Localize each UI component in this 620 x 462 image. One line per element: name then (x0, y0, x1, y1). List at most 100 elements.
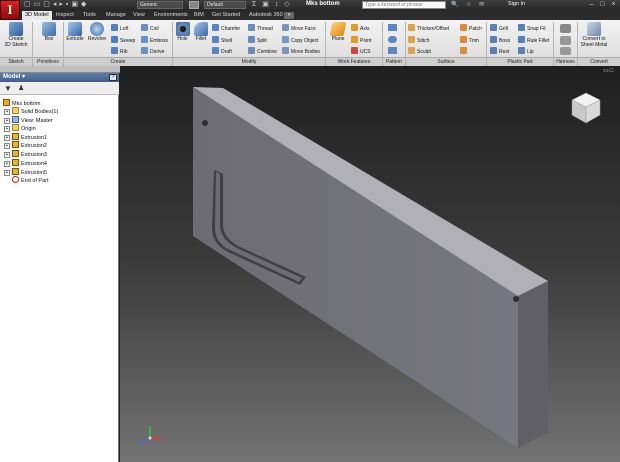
rest-button[interactable]: Rest (490, 47, 509, 55)
tab-get-started[interactable]: Get Started (209, 11, 243, 20)
browser-item-extrusion3[interactable]: + Extrusion3 (4, 150, 47, 158)
tab-inspect[interactable]: Inspect (53, 11, 77, 20)
lip-button[interactable]: Lip (518, 47, 534, 55)
rectangular-pattern-icon[interactable] (388, 24, 397, 31)
extrude-button[interactable]: Extrude (64, 22, 86, 43)
search-input[interactable]: Type a keyword or phrase (362, 1, 446, 9)
plane-button[interactable]: Plane (328, 22, 348, 43)
material-icon[interactable] (189, 1, 199, 9)
combine-button[interactable]: Combine (248, 47, 277, 55)
infocenter-icons[interactable]: 🔍 ☆ ✉ (451, 1, 503, 10)
loft-button[interactable]: Loft (111, 24, 128, 32)
snap-fit-button[interactable]: Snap Fit (518, 24, 546, 32)
boss-label: Boss (499, 38, 511, 44)
rib-button[interactable]: Rib (111, 47, 128, 55)
split-button[interactable]: Split (248, 36, 267, 44)
browser-item-solid-bodies[interactable]: + Solid Bodies(1) (4, 107, 58, 115)
browser-item-part[interactable]: Mks bottom (3, 99, 40, 107)
appearance-dropdown[interactable]: Generic (137, 1, 183, 9)
browser-item-end-of-part[interactable]: End of Part (12, 176, 49, 184)
browser-item-extrusion5[interactable]: + Extrusion5 (4, 168, 47, 176)
create-2d-sketch-button[interactable]: Create 2D Sketch (3, 22, 29, 48)
quick-access-toolbar[interactable]: ▢▭▢◂▸▪▣◆ (24, 1, 134, 10)
minimize-window-button[interactable]: – (587, 1, 596, 9)
browser-item-extrusion1[interactable]: + Extrusion1 (4, 133, 47, 141)
move-bodies-button[interactable]: Move Bodies (282, 47, 320, 55)
style-dropdown[interactable]: Default (204, 1, 246, 9)
3d-part-model[interactable] (120, 66, 620, 462)
application-menu-button[interactable]: I (0, 0, 20, 20)
surface-extra-button[interactable] (460, 47, 469, 55)
expand-icon[interactable]: + (4, 109, 10, 115)
tab-bim[interactable]: BIM (191, 11, 207, 20)
sculpt-button[interactable]: Sculpt (408, 47, 431, 55)
emboss-button[interactable]: Emboss (141, 36, 168, 44)
quick-access-extra-icons[interactable]: Σ ▣ ↕ ◇ (252, 1, 302, 10)
browser-item-extrusion4[interactable]: + Extrusion4 (4, 159, 47, 167)
boss-button[interactable]: Boss (490, 36, 510, 44)
axis-button[interactable]: Axis (351, 24, 369, 32)
harness-extra-icon[interactable] (560, 47, 571, 55)
viewcube[interactable] (568, 89, 604, 125)
move-face-button[interactable]: Move Face (282, 24, 316, 32)
shell-button[interactable]: Shell (212, 36, 232, 44)
browser-item-origin[interactable]: + Origin (4, 124, 36, 132)
thread-button[interactable]: Thread (248, 24, 273, 32)
browser-header[interactable]: Model ▾ (0, 73, 119, 82)
close-window-button[interactable]: × (609, 1, 618, 9)
tab-3d-model[interactable]: 3D Model (22, 11, 52, 20)
tree-label: Solid Bodies(1) (21, 109, 59, 115)
tab-autodesk-360[interactable]: Autodesk 360 (246, 11, 286, 20)
sweep-icon (111, 36, 118, 43)
harness-icon[interactable] (560, 24, 571, 33)
tab-view[interactable]: View (130, 11, 148, 20)
circular-pattern-icon[interactable] (388, 36, 397, 43)
tab-environments[interactable]: Environments (151, 11, 191, 20)
expand-icon[interactable]: + (4, 170, 10, 176)
expand-icon[interactable]: + (4, 143, 10, 149)
revolve-button[interactable]: Revolve (86, 22, 108, 43)
coordinate-triad (139, 426, 162, 445)
trim-label: Trim (469, 38, 479, 44)
harness-properties-icon[interactable] (560, 36, 571, 45)
expand-icon[interactable]: + (4, 161, 10, 167)
mirror-icon[interactable] (388, 47, 397, 54)
stitch-label: Stitch (417, 38, 430, 44)
tree-label: Origin (21, 126, 36, 132)
tab-manage[interactable]: Manage (103, 11, 129, 20)
sign-in-link[interactable]: Sign In (508, 1, 525, 7)
hole-icon (175, 22, 190, 36)
expand-icon[interactable]: + (4, 152, 10, 158)
filter-icon[interactable]: ▼ (4, 85, 12, 93)
find-icon[interactable]: ♟ (18, 85, 27, 92)
patch-button[interactable]: Patch (460, 24, 482, 32)
convert-to-sheet-metal-button[interactable]: Convert to Sheet Metal (578, 22, 610, 48)
browser-item-view[interactable]: + View: Master (4, 116, 53, 124)
ucs-button[interactable]: UCS (351, 47, 371, 55)
hole-button[interactable]: Hole (174, 22, 191, 43)
tab-tools[interactable]: Tools (80, 11, 99, 20)
shell-label: Shell (221, 38, 233, 44)
draft-button[interactable]: Draft (212, 47, 232, 55)
stitch-button[interactable]: Stitch (408, 36, 430, 44)
fillet-button[interactable]: Fillet (192, 22, 210, 43)
derive-label: Derive (150, 49, 165, 55)
chamfer-label: Chamfer (221, 26, 241, 32)
maximize-window-button[interactable]: □ (598, 1, 607, 9)
rule-fillet-button[interactable]: Rule Fillet (518, 36, 549, 44)
grill-button[interactable]: Grill (490, 24, 508, 32)
chamfer-button[interactable]: Chamfer (212, 24, 240, 32)
ribbon-toggle-icon[interactable]: ▾ (284, 12, 294, 19)
box-button[interactable]: Box (38, 22, 60, 43)
thicken-offset-button[interactable]: Thicken/Offset (408, 24, 449, 32)
trim-button[interactable]: Trim (460, 36, 479, 44)
derive-button[interactable]: Derive (141, 47, 164, 55)
sheet-metal-icon (587, 22, 601, 36)
browser-item-extrusion2[interactable]: + Extrusion2 (4, 141, 47, 149)
expand-icon[interactable]: + (4, 126, 10, 132)
point-button[interactable]: Point (351, 36, 371, 44)
sweep-button[interactable]: Sweep (111, 36, 135, 44)
coil-button[interactable]: Coil (141, 24, 159, 32)
copy-object-button[interactable]: Copy Object (282, 36, 319, 44)
browser-close-icon[interactable]: ? (109, 74, 117, 81)
